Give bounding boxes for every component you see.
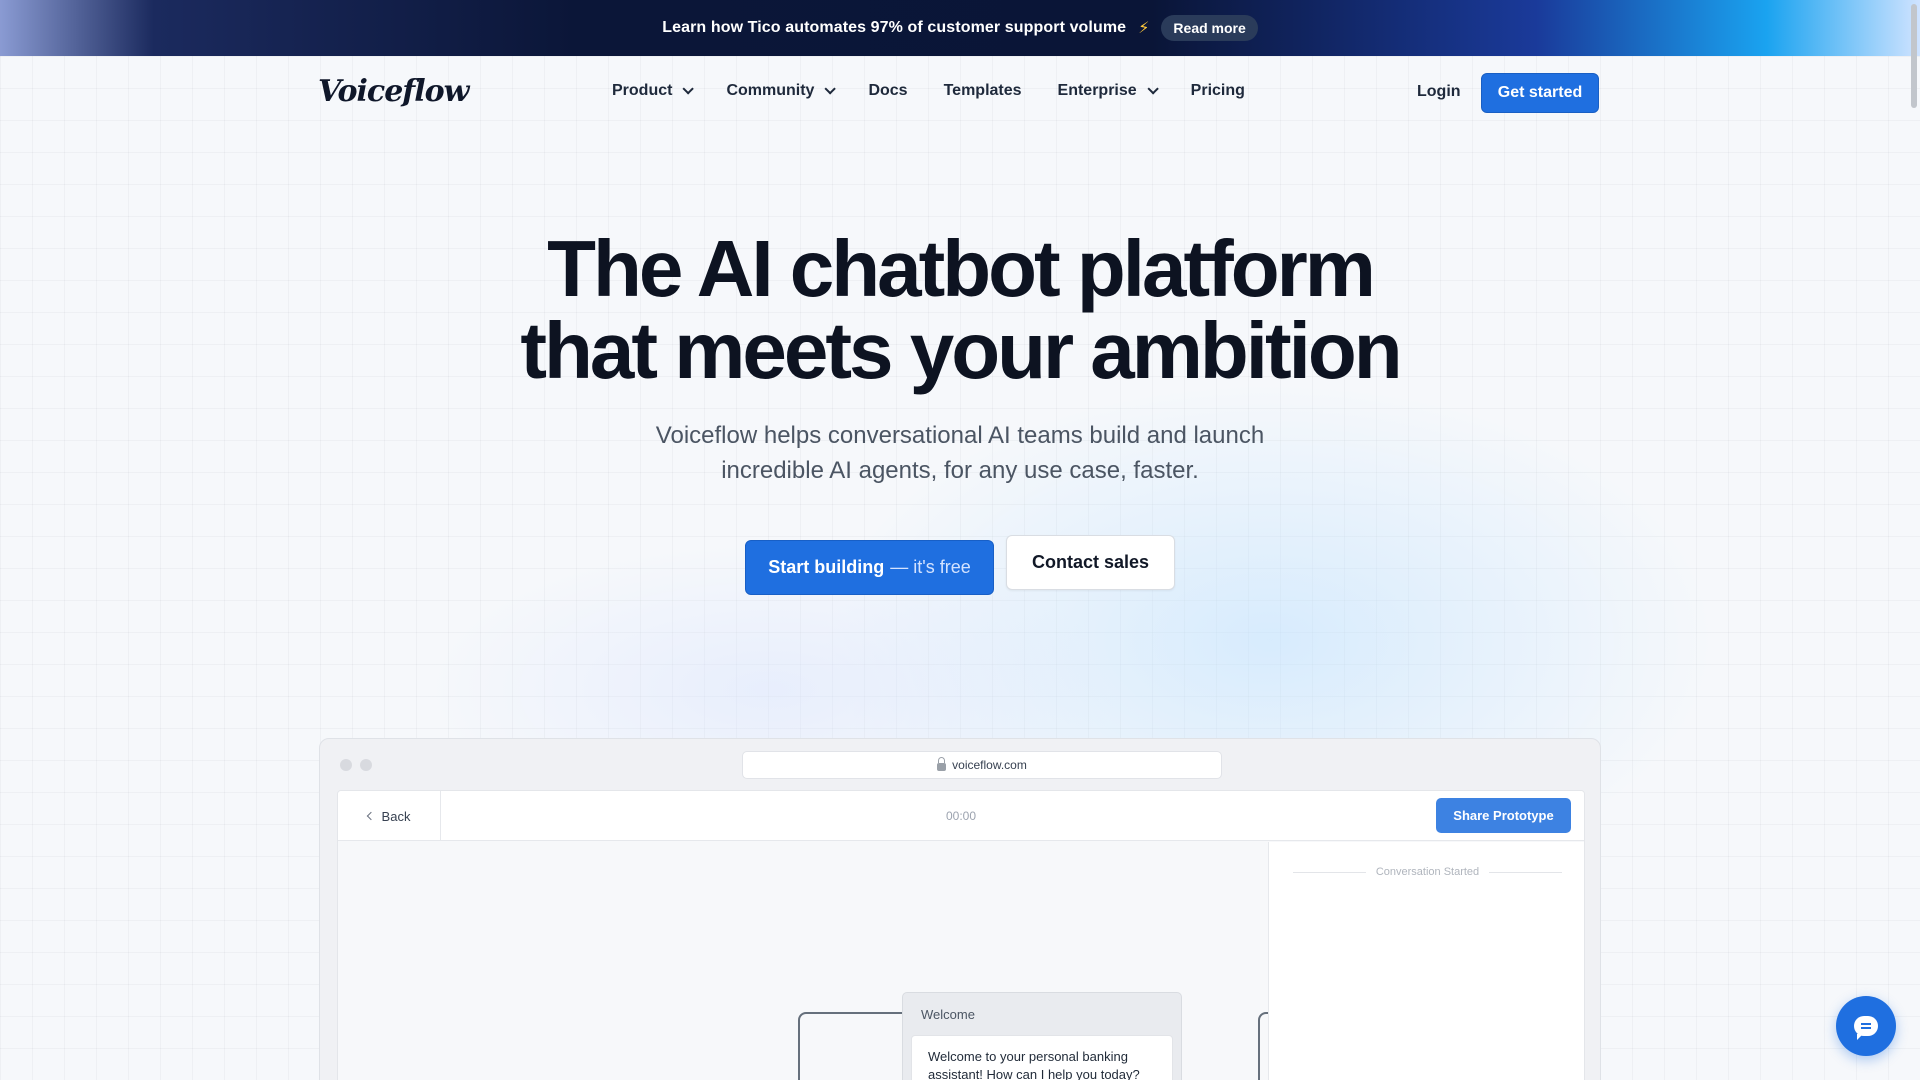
- contact-sales-button[interactable]: Contact sales: [1006, 535, 1175, 590]
- flow-connector: [798, 1012, 908, 1080]
- nav-item-templates[interactable]: Templates: [944, 82, 1022, 100]
- prototype-timer: 00:00: [945, 809, 977, 823]
- nav-item-pricing[interactable]: Pricing: [1191, 82, 1245, 100]
- nav-item-label: Product: [612, 82, 673, 99]
- nav-item-label: Enterprise: [1057, 82, 1137, 99]
- url-bar: voiceflow.com: [742, 751, 1222, 779]
- window-controls: [340, 759, 372, 771]
- nav-item-label: Docs: [868, 82, 908, 99]
- nav-item-label: Community: [726, 82, 815, 99]
- nav-item-label: Pricing: [1190, 82, 1245, 99]
- block-title: Welcome: [921, 1007, 975, 1022]
- chevron-down-icon: [1147, 83, 1159, 95]
- url-text: voiceflow.com: [952, 758, 1027, 772]
- nav-item-community[interactable]: Community: [726, 82, 837, 100]
- divider-line: [1489, 871, 1562, 873]
- hero-title-line-1: The AI chatbot platform: [547, 224, 1376, 313]
- nav-menu: Product Community Docs Templates Enterpr…: [612, 82, 1245, 100]
- login-link[interactable]: Login: [1417, 83, 1461, 101]
- nav-item-docs[interactable]: Docs: [868, 82, 907, 100]
- nav-item-product[interactable]: Product: [612, 82, 695, 100]
- chat-widget-button[interactable]: [1836, 996, 1896, 1056]
- page-scrollbar[interactable]: [1906, 0, 1920, 1080]
- hero-subtitle-line-1: Voiceflow helps conversational AI teams …: [655, 422, 1265, 449]
- start-building-suffix: — it's free: [890, 557, 971, 577]
- start-building-label: Start building: [768, 557, 885, 577]
- chevron-down-icon: [682, 83, 695, 95]
- read-more-button[interactable]: Read more: [1161, 15, 1258, 41]
- voiceflow-logo[interactable]: Voiceflow: [318, 74, 469, 109]
- window-dot: [340, 759, 352, 771]
- lightning-icon: ⚡: [1138, 20, 1150, 37]
- browser-mockup: voiceflow.com 00:00 Back Share Prototype…: [319, 738, 1601, 1080]
- start-building-button[interactable]: Start building — it's free: [745, 540, 994, 595]
- get-started-button[interactable]: Get started: [1481, 73, 1599, 113]
- hero-subtitle: Voiceflow helps conversational AI teams …: [0, 418, 1920, 488]
- chevron-left-icon: [366, 811, 375, 821]
- nav-item-enterprise[interactable]: Enterprise: [1057, 82, 1159, 100]
- banner-text: Learn how Tico automates 97% of customer…: [662, 19, 1127, 36]
- lock-icon: [937, 757, 947, 771]
- chevron-down-icon: [824, 83, 837, 95]
- conversation-panel: Conversation Started: [1268, 842, 1584, 1080]
- back-button[interactable]: Back: [338, 791, 441, 841]
- conversation-started-divider: Conversation Started: [1269, 866, 1584, 878]
- announcement-banner: Learn how Tico automates 97% of customer…: [0, 0, 1920, 56]
- chat-bubble-icon: [1854, 1016, 1878, 1040]
- back-label: Back: [381, 808, 411, 824]
- prototype-toolbar: 00:00 Back Share Prototype: [338, 791, 1584, 841]
- welcome-block[interactable]: Welcome Welcome to your personal banking…: [902, 992, 1182, 1080]
- nav-item-label: Templates: [943, 82, 1022, 99]
- share-prototype-button[interactable]: Share Prototype: [1436, 798, 1571, 833]
- prototype-app: 00:00 Back Share Prototype Welcome Welco…: [337, 790, 1585, 1080]
- divider-line: [1293, 871, 1366, 873]
- conversation-started-label: Conversation Started: [1375, 866, 1480, 878]
- scrollbar-thumb[interactable]: [1911, 4, 1917, 108]
- hero-subtitle-line-2: incredible AI agents, for any use case, …: [721, 457, 1199, 484]
- hero-title-line-2: that meets your ambition: [520, 306, 1402, 395]
- hero-title: The AI chatbot platform that meets your …: [0, 228, 1920, 392]
- block-message: Welcome to your personal banking assista…: [911, 1035, 1173, 1080]
- window-dot: [360, 759, 372, 771]
- flow-canvas[interactable]: Welcome Welcome to your personal banking…: [338, 842, 1272, 1080]
